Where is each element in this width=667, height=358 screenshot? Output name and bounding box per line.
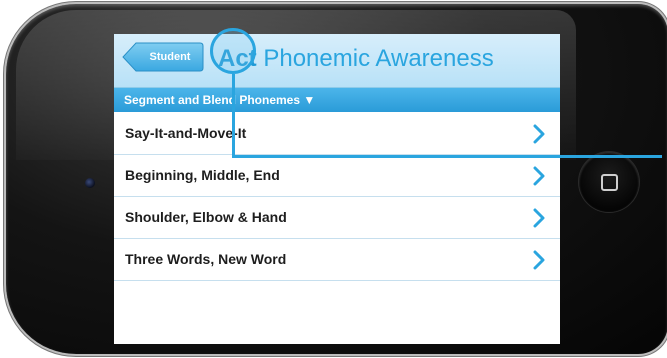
list-item-label: Beginning, Middle, End (125, 167, 280, 183)
list-item-label: Shoulder, Elbow & Hand (125, 209, 287, 225)
callout-highlight-circle (210, 28, 256, 74)
callout-leader-line-vertical (232, 74, 235, 157)
back-button-label: Student (149, 51, 191, 63)
back-button-student[interactable]: Student (122, 42, 204, 72)
chevron-right-icon (533, 250, 545, 270)
callout-leader-line-horizontal (232, 155, 662, 158)
activity-list: Say-It-and-Move-It Beginning, Middle, En… (114, 113, 560, 281)
chevron-right-icon (533, 208, 545, 228)
navigation-bar: Student Act Phonemic Awareness (114, 34, 560, 88)
list-item[interactable]: Say-It-and-Move-It (114, 113, 560, 155)
list-item[interactable]: Shoulder, Elbow & Hand (114, 197, 560, 239)
list-item-label: Say-It-and-Move-It (125, 125, 247, 141)
list-item[interactable]: Beginning, Middle, End (114, 155, 560, 197)
home-square-icon (601, 174, 618, 191)
app-screen: Student Act Phonemic Awareness Segment a… (114, 34, 560, 344)
category-dropdown-label: Segment and Blend Phonemes ▼ (124, 93, 316, 107)
list-item-label: Three Words, New Word (125, 251, 287, 267)
list-item[interactable]: Three Words, New Word (114, 239, 560, 281)
home-button[interactable] (579, 152, 639, 212)
chevron-right-icon (533, 166, 545, 186)
stage: Student Act Phonemic Awareness Segment a… (0, 0, 667, 358)
chevron-right-icon (533, 124, 545, 144)
camera-icon (85, 178, 95, 188)
page-title: Act Phonemic Awareness (218, 41, 494, 77)
category-dropdown[interactable]: Segment and Blend Phonemes ▼ (114, 88, 560, 112)
page-title-rest: Phonemic Awareness (256, 45, 494, 72)
